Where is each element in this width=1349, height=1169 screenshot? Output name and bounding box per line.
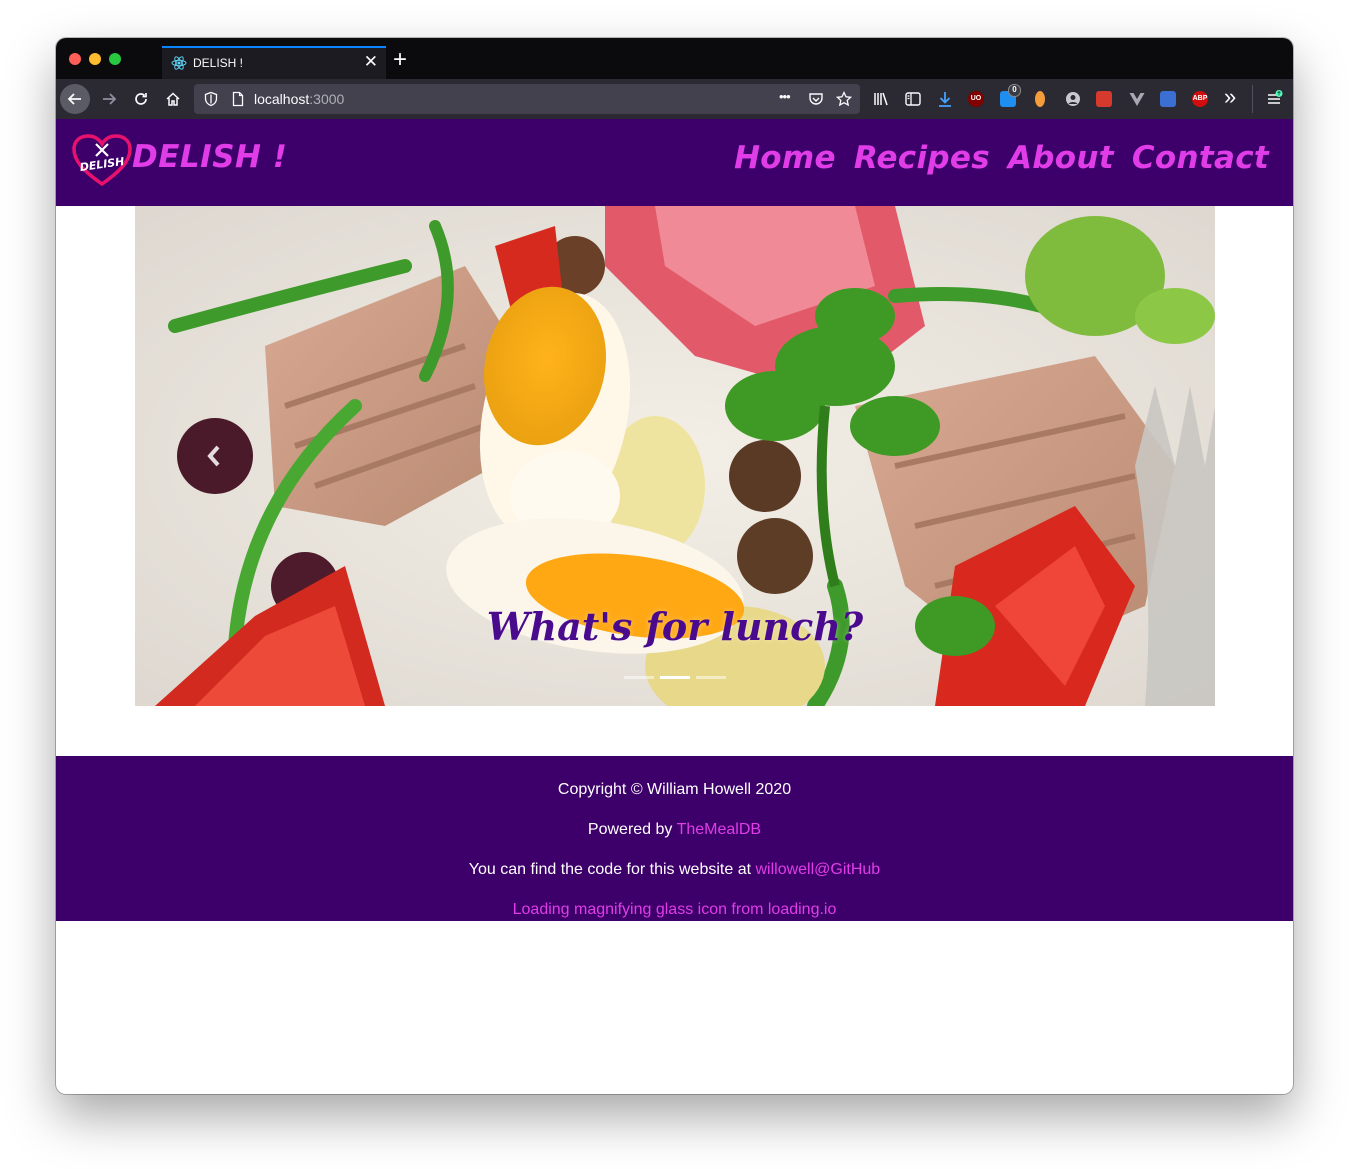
close-window-button[interactable] [69,53,81,65]
home-icon [166,92,180,106]
hamburger-menu-icon[interactable] [1265,90,1283,108]
page-actions-icon[interactable]: ••• [779,89,791,104]
page-icon[interactable] [230,91,246,107]
pocket-icon[interactable] [808,91,824,107]
powered-by-line: Powered by TheMealDB [56,821,1293,839]
bookmark-star-icon[interactable] [836,91,852,107]
nav-home[interactable]: Home [734,140,836,176]
loading-credit-line: Loading magnifying glass icon from loadi… [56,901,1293,919]
heart-logo-icon[interactable]: DELISH [72,134,132,188]
tab-title: DELISH ! [193,56,244,70]
nav-about[interactable]: About [1008,140,1114,176]
minimize-window-button[interactable] [89,53,101,65]
extension-badge-count: 0 [1008,84,1021,97]
reload-button[interactable] [126,84,156,114]
copyright-text: Copyright © William Howell 2020 [557,781,792,798]
browser-window: DELISH ! ✕ + localhost:3000 ••• UO 0 ABP… [56,38,1293,1094]
toolbar-divider [1252,85,1253,113]
url-host: localhost [254,91,310,107]
tab-close-icon[interactable]: ✕ [364,52,378,72]
shield-icon[interactable] [203,91,219,107]
chevron-left-icon[interactable] [203,441,225,471]
url-port: :3000 [309,91,345,107]
tab-delish[interactable]: DELISH ! ✕ [162,46,386,79]
forward-button[interactable] [94,84,124,114]
library-icon[interactable] [872,90,890,108]
carousel-indicator[interactable] [696,676,726,679]
vue-devtools-icon[interactable] [1128,90,1146,108]
github-link[interactable]: willowell@GitHub [755,861,880,878]
tab-strip: DELISH ! ✕ + [56,38,1293,79]
arrow-left-icon [67,93,81,105]
brand-title[interactable]: DELISH ! [132,139,287,175]
translate-icon[interactable] [1160,91,1176,107]
sidebar-icon[interactable] [904,90,922,108]
download-icon[interactable] [936,90,954,108]
hero-carousel: What's for lunch? [135,206,1215,706]
site-footer: Copyright © William Howell 2020 Powered … [56,756,1293,921]
url-bar[interactable]: localhost:3000 ••• [194,84,860,114]
reload-icon [135,93,147,105]
account-icon[interactable] [1064,90,1082,108]
ublock-icon[interactable]: UO [968,91,984,107]
powered-by-label: Powered by [587,821,677,838]
url-text[interactable]: localhost:3000 [254,91,344,107]
nav-toolbar: localhost:3000 ••• UO 0 ABP » [56,79,1293,119]
zoom-window-button[interactable] [109,53,121,65]
main-nav: Home Recipes About Contact [734,140,1269,176]
carousel-indicator-active[interactable] [660,676,690,679]
arrow-right-icon [103,93,117,105]
cookie-extension-icon[interactable] [1035,91,1045,107]
nav-contact[interactable]: Contact [1132,140,1269,176]
adblock-plus-icon[interactable]: ABP [1192,91,1208,107]
more-tools-icon[interactable]: » [1224,84,1236,110]
home-button[interactable] [158,84,188,114]
back-button[interactable] [60,84,90,114]
nav-recipes[interactable]: Recipes [854,140,990,176]
loading-io-link[interactable]: Loading magnifying glass icon from loadi… [513,901,837,918]
code-line: You can find the code for this website a… [56,861,1293,879]
themealdb-link[interactable]: TheMealDB [677,821,761,838]
new-tab-button[interactable]: + [393,47,407,73]
react-icon [171,56,187,70]
carousel-indicator[interactable] [624,676,654,679]
site-header: DELISH DELISH ! Home Recipes About Conta… [56,119,1293,206]
code-label: You can find the code for this website a… [468,861,756,878]
carousel-caption: What's for lunch? [486,604,864,649]
extension-badge-icon[interactable]: 0 [1000,84,1021,107]
carousel-indicators [624,676,726,679]
gift-extension-icon[interactable] [1096,91,1112,107]
